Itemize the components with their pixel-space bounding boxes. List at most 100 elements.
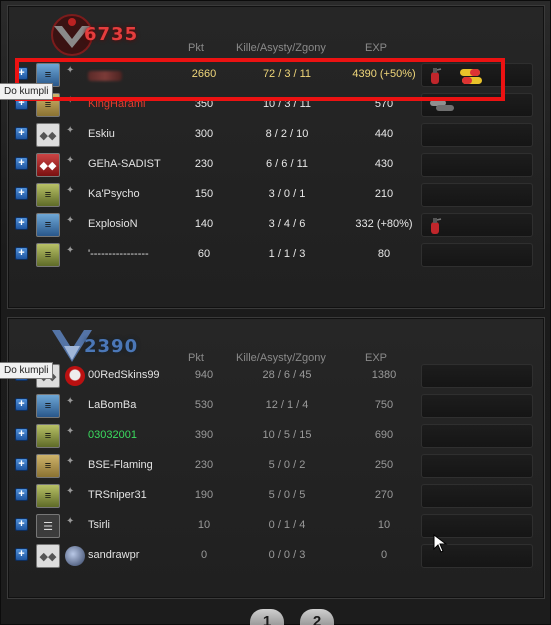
- red-team-player-list: + ≡ ✦ 2660 72 / 3 / 11 4390 (+50%) + ≡ ✦…: [8, 61, 544, 271]
- add-friend-button[interactable]: +: [15, 217, 28, 230]
- rank-insignia-icon: ☰: [36, 514, 60, 538]
- player-exp: 690: [374, 429, 394, 441]
- player-row[interactable]: + ≡ ✦ Ka'Psycho 150 3 / 0 / 1 210: [8, 181, 544, 211]
- player-points: 530: [194, 399, 214, 411]
- blue-team-player-list: + ◆◆ 00RedSkins99 940 28 / 6 / 45 1380 +…: [8, 362, 544, 572]
- add-friend-button[interactable]: +: [15, 428, 28, 441]
- add-friend-button[interactable]: +: [15, 157, 28, 170]
- player-exp: 10: [377, 519, 391, 531]
- player-row[interactable]: + ≡ ✦ BSE-Flaming 230 5 / 0 / 2 250: [8, 452, 544, 482]
- add-friend-button[interactable]: +: [15, 548, 28, 561]
- item-slot: [421, 183, 533, 207]
- player-name: Eskiu: [88, 128, 115, 140]
- player-row[interactable]: + ◆◆ 00RedSkins99 940 28 / 6 / 45 1380: [8, 362, 544, 392]
- globe-avatar: [65, 546, 85, 566]
- player-row[interactable]: + ≡ ✦ LaBomBa 530 12 / 1 / 4 750: [8, 392, 544, 422]
- player-exp: 570: [374, 98, 394, 110]
- player-name: sandrawpr: [88, 549, 140, 561]
- player-exp: 80: [377, 248, 391, 260]
- rank-insignia-icon: ◆◆: [36, 123, 60, 147]
- item-slot: [421, 123, 533, 147]
- player-name: TRSniper31: [88, 489, 147, 501]
- add-friend-button[interactable]: +: [15, 458, 28, 471]
- sparkle-icon: ✦: [66, 486, 75, 497]
- player-row[interactable]: + ≡ ✦ TRSniper31 190 5 / 0 / 5 270: [8, 482, 544, 512]
- red-team-panel: 6735 Pkt Kille/Asysty/Zgony EXP + ≡ ✦ 26…: [7, 5, 545, 309]
- player-row[interactable]: + ☰ ✦ Tsirli 10 0 / 1 / 4 10: [8, 512, 544, 542]
- player-kills-assists-deaths: 12 / 1 / 4: [265, 399, 309, 411]
- add-friend-button[interactable]: +: [15, 187, 28, 200]
- player-row[interactable]: + ◆◆ ✦ GEhA-SADIST 230 6 / 6 / 11 430: [8, 151, 544, 181]
- column-header-kad: Kille/Asysty/Zgony: [236, 42, 326, 54]
- rank-insignia-icon: ≡: [36, 454, 60, 478]
- player-exp: 1380: [371, 369, 397, 381]
- add-friend-button[interactable]: +: [15, 488, 28, 501]
- player-kills-assists-deaths: 28 / 6 / 45: [262, 369, 312, 381]
- player-name: 00RedSkins99: [88, 369, 160, 381]
- item-slot: [421, 364, 533, 388]
- player-row[interactable]: + ≡ ✦ 03032001 390 10 / 5 / 15 690: [8, 422, 544, 452]
- player-kills-assists-deaths: 10 / 3 / 11: [262, 98, 312, 110]
- player-name: 03032001: [88, 429, 137, 441]
- add-friend-button[interactable]: +: [15, 518, 28, 531]
- item-slot: [421, 213, 533, 237]
- player-row[interactable]: + ≡ ✦ '---------------- 60 1 / 1 / 3 80: [8, 241, 544, 271]
- rank-insignia-icon: ≡: [36, 213, 60, 237]
- sparkle-icon: ✦: [66, 185, 75, 196]
- add-friend-button[interactable]: +: [15, 67, 28, 80]
- player-kills-assists-deaths: 3 / 4 / 6: [268, 218, 306, 230]
- player-points: 140: [194, 218, 214, 230]
- add-friend-button[interactable]: +: [15, 398, 28, 411]
- sparkle-icon: ✦: [66, 426, 75, 437]
- blue-team-panel: 2390 Pkt Kille/Asysty/Zgony EXP + ◆◆ 00R…: [7, 317, 545, 599]
- rank-insignia-icon: ≡: [36, 394, 60, 418]
- blue-team-score: 2390: [84, 336, 139, 357]
- player-exp: 250: [374, 459, 394, 471]
- player-points: 350: [194, 98, 214, 110]
- item-slot: [421, 93, 533, 117]
- player-kills-assists-deaths: 0 / 0 / 3: [268, 549, 306, 561]
- item-slot: [421, 243, 533, 267]
- item-slot: [421, 153, 533, 177]
- player-name: LaBomBa: [88, 399, 137, 411]
- player-row[interactable]: + ≡ ✦ 2660 72 / 3 / 11 4390 (+50%): [8, 61, 544, 91]
- column-header-exp: EXP: [365, 42, 388, 54]
- player-name: ExplosioN: [88, 218, 138, 230]
- player-exp: 4390 (+50%): [352, 68, 416, 80]
- player-name: Tsirli: [88, 519, 110, 531]
- page-2-button[interactable]: 2: [300, 609, 334, 625]
- player-exp: 430: [374, 158, 394, 170]
- sparkle-icon: ✦: [66, 215, 75, 226]
- add-friend-button[interactable]: +: [15, 127, 28, 140]
- page-1-button[interactable]: 1: [250, 609, 284, 625]
- player-row[interactable]: + ≡ ✦ KingHarami 350 10 / 3 / 11 570: [8, 91, 544, 121]
- sparkle-icon: ✦: [66, 125, 75, 136]
- player-name-redacted: [88, 71, 122, 81]
- fire-extinguisher-icon: [431, 218, 442, 234]
- red-team-score: 6735: [84, 24, 139, 45]
- player-exp: 332 (+80%): [355, 218, 413, 230]
- player-kills-assists-deaths: 72 / 3 / 11: [262, 68, 312, 80]
- player-points: 940: [194, 369, 214, 381]
- player-row[interactable]: + ◆◆ ✦ Eskiu 300 8 / 2 / 10 440: [8, 121, 544, 151]
- player-exp: 210: [374, 188, 394, 200]
- sparkle-icon: ✦: [66, 456, 75, 467]
- rank-insignia-icon: ≡: [36, 243, 60, 267]
- player-kills-assists-deaths: 1 / 1 / 3: [268, 248, 306, 260]
- sparkle-icon: ✦: [66, 65, 75, 76]
- player-kills-assists-deaths: 5 / 0 / 5: [268, 489, 306, 501]
- player-points: 0: [200, 549, 208, 561]
- rank-insignia-icon: ◆◆: [36, 153, 60, 177]
- sparkle-icon: ✦: [66, 245, 75, 256]
- player-row[interactable]: + ≡ ✦ ExplosioN 140 3 / 4 / 6 332 (+80%): [8, 211, 544, 241]
- add-friend-tooltip: Do kumpli: [0, 362, 54, 379]
- player-kills-assists-deaths: 0 / 1 / 4: [268, 519, 306, 531]
- player-name: BSE-Flaming: [88, 459, 153, 471]
- rank-insignia-icon: ≡: [36, 183, 60, 207]
- player-row[interactable]: + ◆◆ sandrawpr 0 0 / 0 / 3 0: [8, 542, 544, 572]
- add-friend-button[interactable]: +: [15, 247, 28, 260]
- skull-avatar: [65, 366, 85, 386]
- player-exp: 270: [374, 489, 394, 501]
- rank-insignia-icon: ≡: [36, 484, 60, 508]
- capsules-icon: [460, 69, 482, 84]
